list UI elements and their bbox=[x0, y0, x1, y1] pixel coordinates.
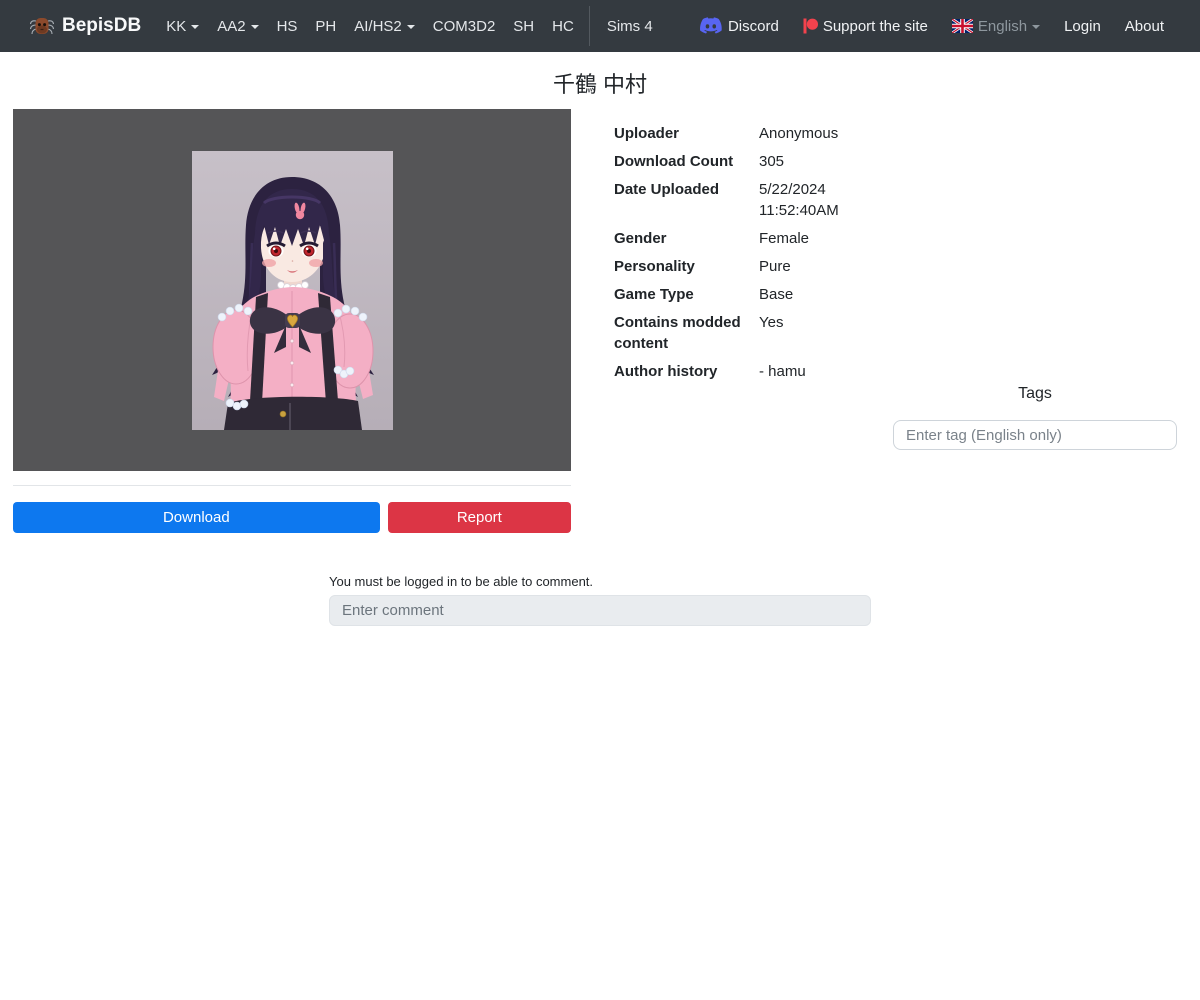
tags-section: Tags bbox=[893, 109, 1177, 450]
detail-row-uploader: Uploader Anonymous bbox=[614, 123, 864, 144]
detail-label: Game Type bbox=[614, 286, 694, 303]
page-title: 千鶴 中村 bbox=[552, 72, 648, 97]
patreon-support-link[interactable]: Support the site bbox=[791, 18, 940, 35]
detail-label: Contains modded content bbox=[614, 314, 741, 352]
login-required-note: You must be logged in to be able to comm… bbox=[329, 574, 594, 589]
detail-value: Pure bbox=[759, 258, 791, 275]
nav-item-hs[interactable]: HS bbox=[268, 0, 307, 52]
nav-label: HS bbox=[276, 17, 298, 35]
detail-label: Download Count bbox=[614, 153, 734, 170]
language-label: English bbox=[977, 17, 1028, 35]
card-image-panel[interactable] bbox=[13, 109, 571, 471]
card-actions: Download Report bbox=[13, 502, 571, 533]
comment-input[interactable] bbox=[329, 595, 871, 626]
nav-item-sims4[interactable]: Sims 4 bbox=[598, 0, 662, 52]
nav-item-ai-hs2[interactable]: AI/HS2 bbox=[345, 0, 424, 52]
nav-label: SH bbox=[513, 17, 535, 35]
detail-value: 5/22/2024 11:52:40AM bbox=[759, 181, 839, 219]
discord-link[interactable]: Discord bbox=[687, 16, 791, 36]
chevron-down-icon bbox=[191, 25, 200, 29]
secondary-nav: Discord Support the site English Login A… bbox=[687, 16, 1176, 36]
detail-value: Female bbox=[759, 230, 810, 247]
nav-label: KK bbox=[166, 17, 187, 35]
card-details: Uploader Anonymous Download Count 305 Da… bbox=[614, 109, 864, 389]
detail-value: Base bbox=[759, 286, 794, 303]
nav-item-kk[interactable]: KK bbox=[157, 0, 208, 52]
nav-item-aa2[interactable]: AA2 bbox=[208, 0, 267, 52]
detail-label: Gender bbox=[614, 230, 667, 247]
patreon-icon bbox=[803, 18, 818, 34]
brand-home-link[interactable]: BepisDB bbox=[30, 15, 141, 37]
comments-section: You must be logged in to be able to comm… bbox=[329, 574, 871, 626]
detail-label: Personality bbox=[614, 258, 695, 275]
nav-label: Sims 4 bbox=[606, 17, 653, 35]
uk-flag-icon bbox=[951, 19, 973, 33]
card-content: Download Report Uploader Anonymous Downl… bbox=[0, 109, 1200, 533]
character-portrait bbox=[191, 150, 393, 430]
nav-label: COM3D2 bbox=[432, 17, 496, 35]
nav-item-ph[interactable]: PH bbox=[306, 0, 345, 52]
primary-nav: KK AA2 HS PH AI/HS2 COM3D2 SH HC Sims 4 bbox=[157, 0, 661, 52]
tags-title: Tags bbox=[1018, 385, 1052, 402]
detail-label: Uploader bbox=[614, 125, 680, 142]
login-label: Login bbox=[1064, 17, 1101, 35]
chevron-down-icon bbox=[1032, 25, 1041, 29]
detail-label: Author history bbox=[614, 363, 718, 380]
nav-item-com3d2[interactable]: COM3D2 bbox=[424, 0, 505, 52]
nav-label: HC bbox=[552, 17, 574, 35]
detail-value: Anonymous bbox=[759, 125, 839, 142]
detail-value: Yes bbox=[759, 314, 784, 331]
detail-row-date-uploaded: Date Uploaded 5/22/2024 11:52:40AM bbox=[614, 179, 864, 221]
nav-item-hc[interactable]: HC bbox=[543, 0, 583, 52]
top-navbar: BepisDB KK AA2 HS PH AI/HS2 COM3D2 SH HC bbox=[0, 0, 1200, 52]
report-button[interactable]: Report bbox=[387, 502, 571, 533]
discord-icon bbox=[699, 16, 723, 36]
about-label: About bbox=[1124, 17, 1164, 35]
detail-row-author-history: Author history - hamu bbox=[614, 361, 864, 382]
detail-value: 305 bbox=[759, 153, 785, 170]
language-selector[interactable]: English bbox=[940, 18, 1052, 35]
bepis-spider-logo-icon bbox=[30, 16, 54, 37]
login-link[interactable]: Login bbox=[1052, 18, 1113, 35]
detail-row-modded-content: Contains modded content Yes bbox=[614, 312, 864, 354]
detail-row-game-type: Game Type Base bbox=[614, 284, 864, 305]
card-preview-column: Download Report bbox=[13, 109, 571, 533]
nav-label: PH bbox=[315, 17, 337, 35]
nav-divider bbox=[588, 6, 590, 46]
about-link[interactable]: About bbox=[1113, 18, 1176, 35]
brand-label: BepisDB bbox=[62, 15, 142, 36]
chevron-down-icon bbox=[406, 25, 415, 29]
nav-label: AA2 bbox=[217, 17, 246, 35]
chevron-down-icon bbox=[250, 25, 259, 29]
discord-label: Discord bbox=[727, 17, 779, 35]
detail-row-personality: Personality Pure bbox=[614, 256, 864, 277]
detail-label: Date Uploaded bbox=[614, 181, 720, 198]
divider bbox=[13, 485, 571, 486]
tag-input[interactable] bbox=[893, 420, 1177, 450]
detail-value: - hamu bbox=[759, 363, 806, 380]
nav-label: AI/HS2 bbox=[354, 17, 402, 35]
support-label: Support the site bbox=[822, 17, 928, 35]
detail-row-gender: Gender Female bbox=[614, 228, 864, 249]
download-button[interactable]: Download bbox=[13, 502, 380, 533]
detail-row-download-count: Download Count 305 bbox=[614, 151, 864, 172]
nav-item-sh[interactable]: SH bbox=[504, 0, 543, 52]
